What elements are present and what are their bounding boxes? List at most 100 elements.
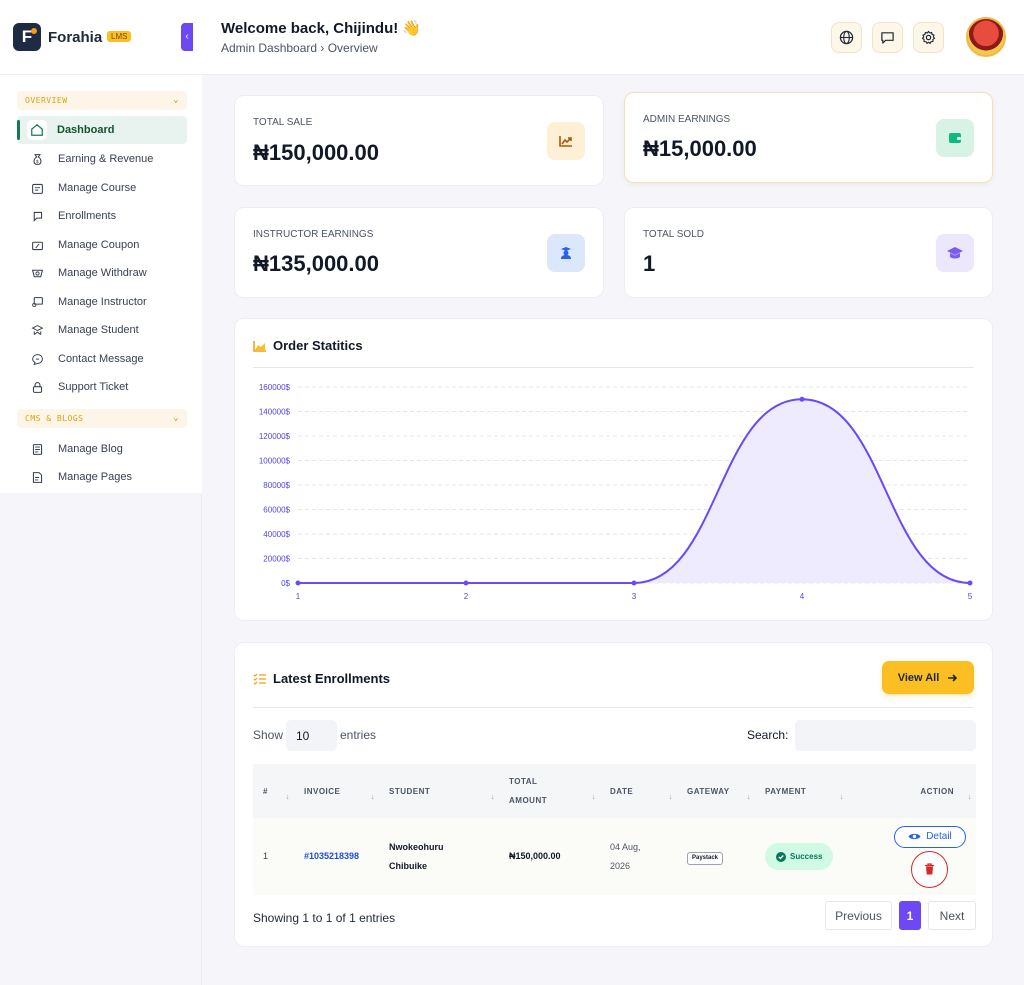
sort-arrow-icon: ↓ <box>668 792 673 801</box>
x-tick-label: 5 <box>968 592 973 601</box>
pagination-next-button[interactable]: Next <box>928 901 976 930</box>
invoice-link[interactable]: #1035218398 <box>294 818 379 895</box>
sidebar-item-manage-course[interactable]: Manage Course <box>17 174 187 202</box>
sort-arrow-icon: ↓ <box>285 792 290 801</box>
language-button[interactable] <box>831 22 862 53</box>
sort-arrow-icon: ↓ <box>370 792 375 801</box>
invoice-number[interactable]: #1035218398 <box>304 851 359 861</box>
panel-title: Latest Enrollments <box>253 671 390 686</box>
column-header-action[interactable]: ACTION ↓ <box>848 764 976 818</box>
section-overview[interactable]: OVERVIEW ⌄ <box>17 91 187 110</box>
status-badge: Success <box>765 843 834 870</box>
divider <box>253 707 974 708</box>
entries-per-page-input[interactable] <box>286 720 337 751</box>
sidebar-item-manage-pages[interactable]: Manage Pages <box>17 463 187 491</box>
order-statistics-chart[interactable]: 0$ 20000$ 40000$ 60000$ 80000$ 100000$ 120000$… <box>235 319 994 622</box>
search-input[interactable] <box>795 720 976 751</box>
y-tick-label: 20000$ <box>263 555 290 564</box>
stat-card-instructor-earnings: INSTRUCTOR EARNINGS ₦135,000.00 <box>234 207 604 298</box>
sidebar-item-dashboard[interactable]: Dashboard <box>17 116 187 144</box>
enrollments-table: # ↓ INVOICE ↓ STUDENT ↓ TOTAL AMOUNT ↓ DATE ↓… <box>253 764 976 895</box>
sidebar-item-enrollments[interactable]: Enrollments <box>17 202 187 230</box>
course-icon <box>30 181 44 195</box>
sidebar-item-label: Manage Instructor <box>58 296 147 308</box>
brand-name[interactable]: Forahia <box>48 29 102 46</box>
y-tick-label: 60000$ <box>263 506 290 515</box>
detail-button[interactable]: Detail <box>894 825 966 848</box>
check-circle-icon <box>776 851 786 862</box>
column-header-gateway[interactable]: GATEWAY ↓ <box>677 764 755 818</box>
column-header-total-amount[interactable]: TOTAL AMOUNT ↓ <box>499 764 600 818</box>
data-point <box>463 580 469 586</box>
order-statistics-card: Order Statitics 0$ 20000$ 40000$ 60000$ 8000… <box>234 318 993 621</box>
welcome-message: Welcome back, Chijindu! 👋 <box>221 20 422 37</box>
sidebar-item-label: Manage Coupon <box>58 239 140 251</box>
column-header-invoice[interactable]: INVOICE ↓ <box>294 764 379 818</box>
column-header-student[interactable]: STUDENT ↓ <box>379 764 499 818</box>
column-label: INVOICE <box>304 786 341 796</box>
delete-button[interactable] <box>911 850 948 888</box>
data-point <box>967 580 973 586</box>
sidebar-item-label: Manage Course <box>58 182 137 194</box>
data-point <box>631 580 637 586</box>
data-point <box>799 396 805 402</box>
date-cell: 04 Aug, 2026 <box>600 818 677 895</box>
sort-arrow-icon: ↓ <box>746 792 751 801</box>
stat-card-admin-earnings: ADMIN EARNINGS ₦15,000.00 <box>624 92 993 183</box>
latest-enrollments-card: Latest Enrollments View All Show entries… <box>234 642 993 947</box>
search-label: Search: <box>747 728 789 742</box>
sidebar-item-manage-student[interactable]: Manage Student <box>17 316 187 344</box>
section-overview-label: OVERVIEW <box>25 96 68 105</box>
x-tick-label: 2 <box>464 592 469 601</box>
home-icon <box>27 120 47 140</box>
column-header-number[interactable]: # ↓ <box>253 764 294 818</box>
show-label: Show <box>253 728 284 742</box>
sidebar-item-manage-withdraw[interactable]: Manage Withdraw <box>17 259 187 287</box>
sidebar-item-earning-revenue[interactable]: $ Earning & Revenue <box>17 145 187 173</box>
amount-value: ₦150,000.00 <box>509 851 561 861</box>
sidebar-item-contact-message[interactable]: Contact Message <box>17 345 187 373</box>
brand-logo[interactable]: F <box>13 23 41 51</box>
chevron-down-icon: ⌄ <box>173 95 179 105</box>
breadcrumb[interactable]: Admin Dashboard › Overview <box>221 41 378 55</box>
y-tick-label: 160000$ <box>259 383 291 392</box>
view-all-button[interactable]: View All <box>882 661 974 694</box>
view-all-label: View All <box>897 671 940 684</box>
sidebar-item-support-ticket[interactable]: Support Ticket <box>17 373 187 401</box>
data-point <box>295 580 301 586</box>
pagination-previous-button[interactable]: Previous <box>825 901 892 930</box>
sidebar: F Forahia LMS ‹ OVERVIEW ⌄ Dashboard $ E… <box>0 0 202 985</box>
sort-arrow-icon: ↓ <box>591 792 596 801</box>
arrow-right-icon <box>948 673 958 682</box>
y-tick-label: 140000$ <box>259 408 291 417</box>
section-cms-blogs[interactable]: CMS & BLOGS ⌄ <box>17 409 187 428</box>
messages-button[interactable] <box>872 22 903 53</box>
sidebar-item-manage-coupon[interactable]: Manage Coupon <box>17 231 187 259</box>
series-area <box>298 399 970 583</box>
date-value: 04 Aug, 2026 <box>610 841 641 871</box>
column-label: PAYMENT <box>765 786 807 796</box>
instructor-icon <box>547 234 585 272</box>
sidebar-collapse-button[interactable]: ‹ <box>181 23 193 51</box>
x-tick-label: 1 <box>296 592 301 601</box>
user-avatar[interactable] <box>966 17 1006 57</box>
payment-cell: Success <box>755 818 848 895</box>
column-header-date[interactable]: DATE ↓ <box>600 764 677 818</box>
column-label: STUDENT <box>389 786 431 796</box>
settings-button[interactable] <box>913 22 944 53</box>
stat-card-total-sale: TOTAL SALE ₦150,000.00 <box>234 95 604 186</box>
stat-label: TOTAL SALE <box>253 117 313 128</box>
stat-label: ADMIN EARNINGS <box>643 114 731 125</box>
pagination-page-1[interactable]: 1 <box>899 901 921 930</box>
money-bag-icon: $ <box>30 152 44 166</box>
sidebar-item-manage-blog[interactable]: Manage Blog <box>17 435 187 463</box>
chat-icon <box>30 352 44 366</box>
table-row: 1 #1035218398 Nwokeohuru Chibuike ₦150,0… <box>253 818 976 895</box>
column-header-payment[interactable]: PAYMENT ↓ <box>755 764 848 818</box>
globe-icon <box>839 30 854 45</box>
student-icon <box>30 323 44 337</box>
wallet-icon <box>936 119 974 157</box>
sidebar-item-manage-instructor[interactable]: Manage Instructor <box>17 288 187 316</box>
x-tick-label: 4 <box>800 592 805 601</box>
brand: F Forahia LMS ‹ <box>0 0 202 75</box>
